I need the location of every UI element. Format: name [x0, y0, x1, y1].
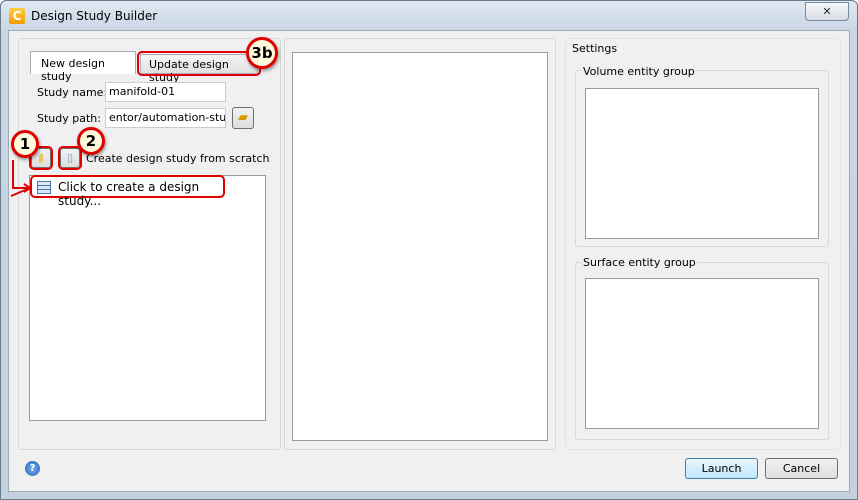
study-list[interactable]: [29, 175, 266, 421]
callout-highlight: [58, 146, 82, 170]
table-icon: [37, 181, 51, 194]
study-path-input[interactable]: entor/automation-study: [105, 108, 226, 128]
cancel-button[interactable]: Cancel: [765, 458, 838, 479]
list-item[interactable]: Click to create a design study...: [30, 175, 225, 208]
callout-highlight: [137, 51, 261, 76]
close-button[interactable]: ✕: [805, 2, 849, 21]
create-from-scratch-label: Create design study from scratch: [86, 152, 270, 165]
volume-entity-list[interactable]: [585, 88, 819, 239]
preview-list[interactable]: [292, 52, 548, 441]
launch-button[interactable]: Launch: [685, 458, 758, 479]
window-title: Design Study Builder: [31, 9, 158, 23]
app-logo-icon: C: [9, 8, 25, 24]
study-name-label: Study name:: [37, 86, 108, 99]
browse-folder-button[interactable]: ▰: [232, 107, 254, 129]
callout-3b: 3b: [246, 37, 278, 69]
settings-label: Settings: [572, 42, 618, 55]
folder-open-icon: ▰: [238, 110, 248, 125]
callout-arrow: [10, 160, 32, 197]
volume-group-label: Volume entity group: [582, 65, 696, 78]
study-name-input[interactable]: manifold-01: [105, 82, 226, 102]
study-path-label: Study path:: [37, 112, 101, 125]
callout-2: 2: [77, 127, 105, 155]
surface-group-label: Surface entity group: [582, 256, 697, 269]
help-icon[interactable]: ?: [25, 461, 40, 476]
tab-new-design-study[interactable]: New design study: [30, 51, 136, 83]
callout-1: 1: [11, 130, 39, 158]
surface-entity-list[interactable]: [585, 278, 819, 429]
